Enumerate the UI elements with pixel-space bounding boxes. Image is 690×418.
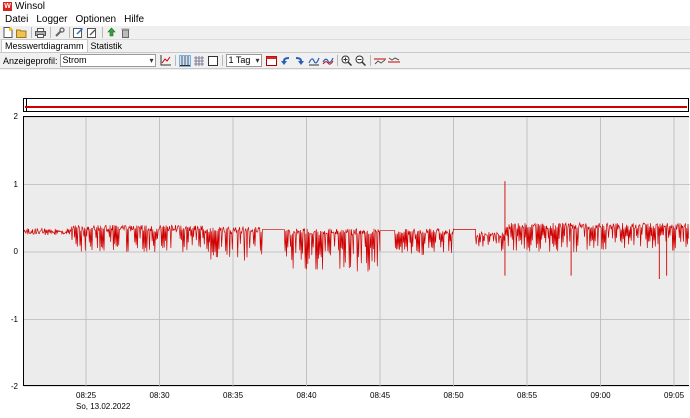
upload-icon[interactable] xyxy=(106,27,117,38)
zoom-out-icon[interactable] xyxy=(355,55,367,67)
tab-statistik[interactable]: Statistik xyxy=(88,40,126,52)
menu-hilfe[interactable]: Hilfe xyxy=(121,14,147,25)
edit-document-icon[interactable] xyxy=(73,27,84,38)
toolbar-separator xyxy=(369,55,371,66)
y-tick-label: -1 xyxy=(10,314,18,324)
grid-full-icon[interactable] xyxy=(193,55,205,67)
x-tick-label: 08:30 xyxy=(149,391,170,400)
grid-lines-icon[interactable] xyxy=(178,54,191,67)
toolbar-separator xyxy=(174,55,176,66)
new-file-icon[interactable] xyxy=(2,27,13,38)
tab-messwertdiagramm[interactable]: Messwertdiagramm xyxy=(1,39,88,52)
menu-logger[interactable]: Logger xyxy=(33,14,70,25)
tool-wrench-icon[interactable] xyxy=(54,27,65,38)
x-tick-label: 09:00 xyxy=(590,391,611,400)
trend-down-icon[interactable] xyxy=(387,55,400,67)
print-icon[interactable] xyxy=(35,27,46,38)
edit-entry-icon[interactable] xyxy=(87,27,98,38)
scroll-back-icon[interactable] xyxy=(280,55,292,67)
compare-curves-icon[interactable] xyxy=(322,55,334,67)
toolbar-separator xyxy=(221,55,223,66)
plot-area[interactable] xyxy=(23,116,690,387)
series-line-strom xyxy=(24,221,690,272)
winsol-app-icon: W xyxy=(3,2,12,11)
toolbar-separator xyxy=(31,27,32,38)
diagram-toolbar: Anzeigeprofil: Strom ▾ 1 Tag ▾ xyxy=(0,53,690,69)
overview-handle[interactable] xyxy=(24,99,27,111)
menu-optionen[interactable]: Optionen xyxy=(73,14,120,25)
fit-curves-icon[interactable] xyxy=(307,55,320,67)
chart-area: 2 1 0 -1 -2 08:25 08:30 08:35 08:40 08:45 08:50 08… xyxy=(0,70,690,418)
y-tick-label: 0 xyxy=(13,247,18,256)
overview-series-line xyxy=(25,106,687,108)
title-bar: W Winsol xyxy=(0,0,690,13)
profile-select[interactable]: Strom ▾ xyxy=(59,54,156,67)
menu-bar: Datei Logger Optionen Hilfe xyxy=(0,13,690,26)
y-tick-label: 2 xyxy=(13,112,18,121)
tab-bar: Messwertdiagramm Statistik xyxy=(0,39,690,53)
chevron-down-icon: ▾ xyxy=(149,56,154,65)
x-tick-label: 08:25 xyxy=(76,391,97,400)
x-tick-label: 09:05 xyxy=(664,391,685,400)
main-toolbar xyxy=(0,26,690,40)
x-tick-label: 08:40 xyxy=(296,391,317,400)
y-tick-label: 1 xyxy=(13,179,18,189)
axis-chart-icon[interactable] xyxy=(160,55,172,67)
scroll-forward-icon[interactable] xyxy=(294,55,306,67)
trend-up-icon[interactable] xyxy=(373,55,386,67)
x-tick-label: 08:55 xyxy=(517,391,538,400)
zoom-in-icon[interactable] xyxy=(341,55,353,67)
overview-scroll-bar[interactable] xyxy=(23,98,689,112)
date-label: So, 13.02.2022 xyxy=(76,402,131,411)
menu-datei[interactable]: Datei xyxy=(2,14,31,25)
x-tick-label: 08:45 xyxy=(370,391,391,400)
x-tick-label: 08:50 xyxy=(443,391,464,400)
toolbar-separator xyxy=(69,27,70,38)
range-select[interactable]: 1 Tag ▾ xyxy=(225,54,262,67)
measurement-chart xyxy=(24,117,690,387)
y-tick-label: -2 xyxy=(10,382,18,391)
toolbar-separator xyxy=(102,27,103,38)
x-tick-label: 08:35 xyxy=(223,391,244,400)
window-title: Winsol xyxy=(15,1,46,12)
calendar-icon[interactable] xyxy=(266,55,278,67)
open-folder-icon[interactable] xyxy=(16,27,27,38)
toolbar-separator xyxy=(336,55,338,66)
frame-icon[interactable] xyxy=(207,55,219,67)
profile-select-value: Strom xyxy=(62,55,87,65)
toolbar-separator xyxy=(50,27,51,38)
profile-label: Anzeigeprofil: xyxy=(3,55,58,66)
chevron-down-icon: ▾ xyxy=(255,56,260,65)
trash-icon[interactable] xyxy=(120,27,131,38)
range-select-value: 1 Tag xyxy=(228,55,251,65)
